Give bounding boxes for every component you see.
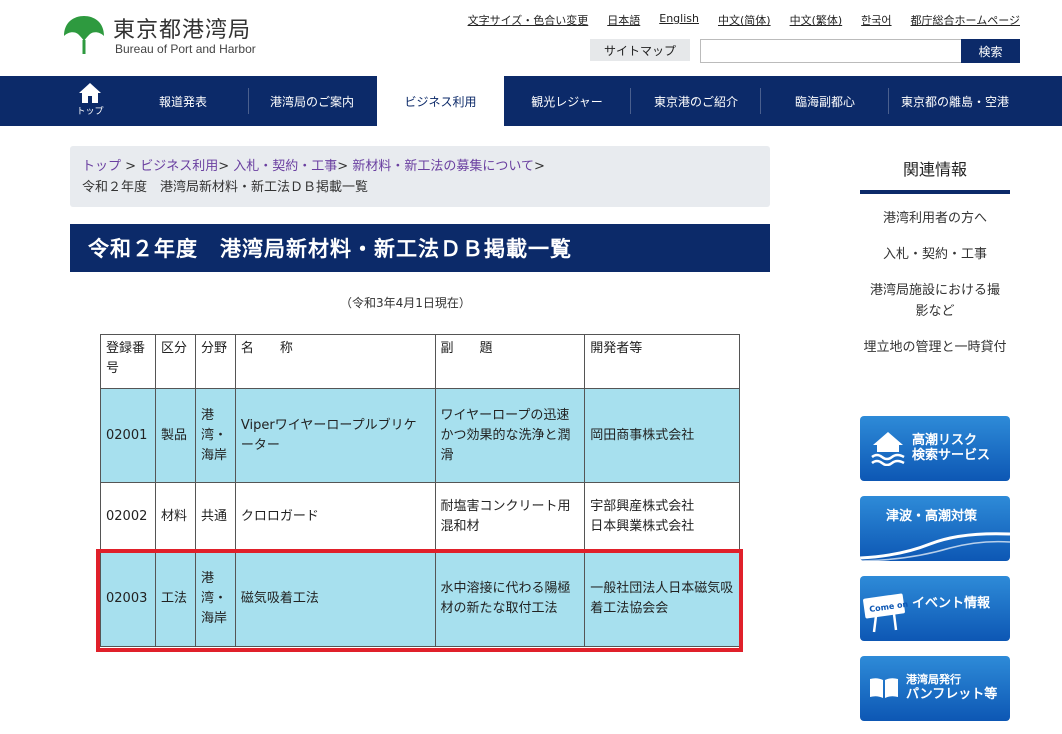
banner-pamphlets[interactable]: 港湾局発行 パンフレット等 <box>860 656 1010 721</box>
breadcrumb-separator: > <box>218 159 230 174</box>
nav-item-port-intro[interactable]: 東京港のご紹介 <box>632 76 760 126</box>
nav-divider <box>888 88 889 114</box>
cell-subtitle: 耐塩害コンクリート用混和材 <box>434 482 586 551</box>
as-of-date: （令和3年4月1日現在） <box>340 296 471 310</box>
cell-field: 港湾・海岸 <box>194 550 236 647</box>
cell-field: 港湾・海岸 <box>194 388 236 483</box>
header-name: 名 称 <box>234 334 436 389</box>
page-title: 令和２年度 港湾局新材料・新工法ＤＢ掲載一覧 <box>70 224 770 272</box>
site-logo-subtitle[interactable]: Bureau of Port and Harbor <box>115 42 256 56</box>
banner-pamphlet-line1: 港湾局発行 <box>906 673 961 686</box>
cell-field: 共通 <box>194 482 236 551</box>
util-link-english[interactable]: English <box>659 12 699 28</box>
main-nav: トップ 報道発表 港湾局のご案内 ビジネス利用 観光レジャー 東京港のご紹介 臨… <box>0 76 1062 126</box>
cell-category: 工法 <box>154 550 196 647</box>
cell-reg-no: 02002 <box>100 482 156 551</box>
sidebar-link-port-users[interactable]: 港湾利用者の方へ <box>860 208 1010 229</box>
nav-item-business[interactable]: ビジネス利用 <box>377 76 504 126</box>
search-button[interactable]: 検索 <box>961 39 1020 63</box>
banner-tsunami[interactable]: 津波・高潮対策 <box>860 496 1010 561</box>
nav-item-islands[interactable]: 東京都の離島・空港 <box>890 76 1020 126</box>
header-developer: 開発者等 <box>584 334 740 389</box>
breadcrumb-link-new-materials[interactable]: 新材料・新工法の募集について <box>352 159 534 174</box>
breadcrumb-separator: > <box>533 159 545 174</box>
nav-home-label: トップ <box>76 107 104 117</box>
nav-divider <box>630 88 631 114</box>
utility-links: 文字サイズ・色合い変更 日本語 English 中文(简体) 中文(繁体) 한국… <box>468 12 1020 28</box>
breadcrumb: トップ > ビジネス利用> 入札・契約・工事> 新材料・新工法の募集について> … <box>70 146 770 207</box>
nav-item-press[interactable]: 報道発表 <box>128 76 238 126</box>
cell-category: 製品 <box>154 388 196 483</box>
nav-item-waterfront[interactable]: 臨海副都心 <box>762 76 888 126</box>
banner-pamphlet-line2: パンフレット等 <box>906 687 998 702</box>
header-field: 分野 <box>194 334 236 389</box>
banner-storm-line2: 検索サービス <box>912 448 991 463</box>
sidebar-link-bidding[interactable]: 入札・契約・工事 <box>860 244 1010 265</box>
banner-events[interactable]: Come on イベント情報 <box>860 576 1010 641</box>
breadcrumb-separator: > <box>337 159 349 174</box>
nav-home[interactable]: トップ <box>68 82 112 122</box>
cell-developer: 一般社団法人日本磁気吸着工法協会会 <box>584 550 740 647</box>
cell-subtitle: ワイヤーロープの迅速かつ効果的な洗浄と潤滑 <box>434 388 586 483</box>
breadcrumb-separator: > <box>125 159 137 174</box>
banner-storm-line1: 高潮リスク <box>912 433 978 448</box>
table-row: 02001 製品 港湾・海岸 Viperワイヤーロープルブリケーター ワイヤーロ… <box>100 388 740 483</box>
util-link-chinese-simplified[interactable]: 中文(简体) <box>718 12 771 28</box>
site-logo-title[interactable]: 東京都港湾局 <box>113 12 251 44</box>
cell-subtitle: 水中溶接に代わる陽極材の新たな取付工法 <box>434 550 586 647</box>
sitemap-button[interactable]: サイトマップ <box>590 39 690 61</box>
book-icon <box>870 678 898 698</box>
nav-item-about[interactable]: 港湾局のご案内 <box>254 76 370 126</box>
breadcrumb-link-business[interactable]: ビジネス利用 <box>140 159 218 174</box>
nav-divider <box>248 88 249 114</box>
util-link-metro-home[interactable]: 都庁総合ホームページ <box>911 12 1020 28</box>
util-link-korean[interactable]: 한국어 <box>861 12 891 28</box>
breadcrumb-link-bidding[interactable]: 入札・契約・工事 <box>233 159 337 174</box>
util-link-chinese-traditional[interactable]: 中文(繁体) <box>790 12 843 28</box>
signboard-icon: Come on <box>863 593 909 633</box>
breadcrumb-link-top[interactable]: トップ <box>82 159 121 174</box>
cell-developer: 宇部興産株式会社 日本興業株式会社 <box>584 482 740 551</box>
table-row: 02003 工法 港湾・海岸 磁気吸着工法 水中溶接に代わる陽極材の新たな取付工… <box>100 550 740 647</box>
header-subtitle: 副 題 <box>434 334 586 389</box>
nav-divider <box>760 88 761 114</box>
util-link-japanese[interactable]: 日本語 <box>607 12 640 28</box>
banner-storm-surge-risk[interactable]: 高潮リスク 検索サービス <box>860 416 1010 481</box>
house-wave-icon <box>871 432 905 466</box>
table-header-row: 登録番号 区分 分野 名 称 副 題 開発者等 <box>100 334 740 389</box>
header-reg-no: 登録番号 <box>100 334 156 389</box>
banner-tsunami-label: 津波・高潮対策 <box>886 509 978 524</box>
ginkgo-logo-icon[interactable] <box>62 14 106 58</box>
sidebar-heading: 関連情報 <box>860 146 1010 194</box>
nav-item-tourism[interactable]: 観光レジャー <box>504 76 630 126</box>
cell-reg-no: 02003 <box>100 550 156 647</box>
cell-category: 材料 <box>154 482 196 551</box>
search-input[interactable] <box>700 39 962 63</box>
sidebar-link-filming[interactable]: 港湾局施設における撮影など <box>860 280 1010 322</box>
sidebar-links: 港湾利用者の方へ 入札・契約・工事 港湾局施設における撮影など 埋立地の管理と一… <box>860 206 1010 373</box>
breadcrumb-current: 令和２年度 港湾局新材料・新工法ＤＢ掲載一覧 <box>82 180 369 195</box>
db-listing-table: 登録番号 区分 分野 名 称 副 題 開発者等 02001 製品 港湾・海岸 V… <box>100 334 740 647</box>
cell-reg-no: 02001 <box>100 388 156 483</box>
home-icon <box>79 83 101 103</box>
table-row: 02002 材料 共通 クロロガード 耐塩害コンクリート用混和材 宇部興産株式会… <box>100 482 740 551</box>
cell-name: 磁気吸着工法 <box>234 550 436 647</box>
header-category: 区分 <box>154 334 196 389</box>
cell-developer: 岡田商事株式会社 <box>584 388 740 483</box>
util-link-font-size[interactable]: 文字サイズ・色合い変更 <box>468 12 589 28</box>
cell-name: Viperワイヤーロープルブリケーター <box>234 388 436 483</box>
sidebar-link-landfill[interactable]: 埋立地の管理と一時貸付 <box>860 337 1010 358</box>
cell-name: クロロガード <box>234 482 436 551</box>
wave-icon <box>860 532 1010 561</box>
banner-events-label: イベント情報 <box>912 596 991 611</box>
